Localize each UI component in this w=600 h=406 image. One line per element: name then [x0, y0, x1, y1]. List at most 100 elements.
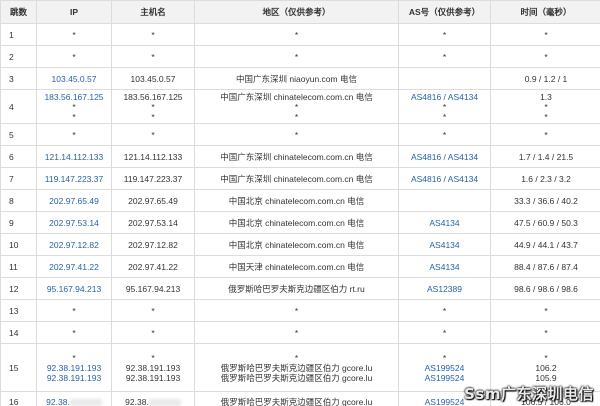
as-link[interactable]: AS4816 / AS4134 [411, 174, 478, 184]
hostname-cell-text: 202.97.41.22 [128, 261, 178, 272]
region-cell: 中国广东深圳 niaoyun.com 电信 [194, 67, 399, 90]
region-cell: 中国广东深圳 chinatelecom.com.cn 电信 * * [194, 89, 399, 124]
region-cell: * [194, 299, 399, 322]
as-link[interactable]: AS199524 [401, 363, 488, 373]
ip-cell: * [36, 123, 112, 146]
ip-cell-text: * [72, 352, 76, 363]
time-cell-text: 33.3 / 36.6 / 40.2 [514, 195, 578, 206]
redacted-mask [148, 399, 181, 406]
time-cell-text: 47.5 / 60.9 / 50.3 [514, 217, 578, 228]
as-cell [398, 189, 491, 212]
as-link[interactable]: AS12389 [427, 284, 462, 294]
ip-cell-text: * [72, 29, 76, 40]
ip-link[interactable]: 202.97.12.82 [49, 240, 99, 250]
hop-cell: 16 [0, 391, 37, 406]
as-link[interactable]: AS199524 [401, 373, 488, 383]
as-cell-text: * [442, 111, 447, 122]
ip-cell: * [36, 45, 112, 68]
region-cell: 中国北京 chinatelecom.com.cn 电信 [194, 233, 399, 256]
region-cell-text: * [294, 101, 299, 112]
region-cell-text: * [294, 29, 299, 40]
hostname-cell-text: 202.97.65.49 [128, 195, 178, 206]
region-cell-text: * [294, 129, 299, 140]
time-cell: 47.5 / 60.9 / 50.3 [490, 211, 600, 234]
hostname-cell-text: 103.45.0.57 [130, 73, 176, 84]
time-cell-text: 0.9 / 1.2 / 1 [524, 73, 568, 84]
hop-cell: 15 [0, 343, 37, 392]
hostname-cell: 183.56.167.125 * * [111, 89, 195, 124]
as-cell-text: * [442, 51, 447, 62]
as-link[interactable]: AS199524 [425, 397, 465, 406]
hostname-cell: 103.45.0.57 [111, 67, 195, 90]
hostname-cell-text: 92.38.191.193 [125, 372, 181, 383]
as-cell: AS12389 [398, 277, 491, 300]
ip-link[interactable]: 202.97.53.14 [49, 218, 99, 228]
time-cell-text: * [544, 352, 548, 363]
as-link[interactable]: AS4816 / AS4134 [411, 152, 478, 162]
ip-cell: 183.56.167.125 * * [36, 89, 112, 124]
ip-cell-text: * [72, 327, 76, 338]
time-cell-text: * [544, 305, 548, 316]
hop-cell: 1 [0, 23, 37, 46]
ip-cell: 202.97.12.82 [36, 233, 112, 256]
ip-link[interactable]: 92.38.191.193 [39, 363, 109, 373]
table-row: 9 202.97.53.14 202.97.53.14 中国北京 chinatelec… [0, 211, 600, 234]
time-cell-text: * [544, 29, 548, 40]
hostname-cell: 202.97.53.14 [111, 211, 195, 234]
region-cell-text: 中国北京 chinatelecom.com.cn 电信 [228, 195, 365, 206]
as-link[interactable]: AS4134 [429, 240, 459, 250]
ip-link[interactable]: 92.38. [46, 397, 70, 406]
table-row: 11 202.97.41.22 202.97.41.22 中国天津 chinatele… [0, 255, 600, 278]
hostname-cell-text: * [151, 29, 155, 40]
table-row: 13 * * * * * [0, 299, 600, 322]
region-cell: * [194, 23, 399, 46]
table-row: 4 183.56.167.125 * * 183.56.167.125 * * 中国广东深圳 … [0, 89, 600, 124]
hop-cell: 5 [0, 123, 37, 146]
header-hostname: 主机名 [111, 0, 195, 24]
ip-link[interactable]: 92.38.191.193 [39, 373, 109, 383]
region-cell-text: 中国广东深圳 niaoyun.com 电信 [236, 73, 357, 84]
as-cell: * [398, 23, 491, 46]
table-row: 8 202.97.65.49 202.97.65.49 中国北京 chinatelec… [0, 189, 600, 212]
hop-cell: 13 [0, 299, 37, 322]
ip-link[interactable]: 95.167.94.213 [47, 284, 101, 294]
hostname-cell-text: * [151, 129, 155, 140]
table-row: 3 103.45.0.57 103.45.0.57 中国广东深圳 niaoyun.co… [0, 67, 600, 90]
hostname-cell-text: 95.167.94.213 [125, 283, 181, 294]
ip-link[interactable]: 103.45.0.57 [52, 74, 97, 84]
hop-cell: 14 [0, 321, 37, 344]
traceroute-table: 跳数 IP 主机名 地区（仅供参考） AS号（仅供参考） 时间（毫秒） 1 * * *… [0, 0, 600, 406]
ip-link[interactable]: 121.14.112.133 [45, 152, 103, 162]
hostname-cell-text: 202.97.53.14 [128, 217, 178, 228]
hostname-cell: 95.167.94.213 [111, 277, 195, 300]
hostname-cell: 121.14.112.133 [111, 145, 195, 168]
as-link[interactable]: AS4134 [429, 218, 459, 228]
as-cell: AS4816 / AS4134 [398, 145, 491, 168]
region-cell: 中国广东深圳 chinatelecom.com.cn 电信 [194, 167, 399, 190]
time-cell-text: 44.9 / 44.1 / 43.7 [514, 239, 578, 250]
time-cell: 0.9 / 1.2 / 1 [490, 67, 600, 90]
as-cell: AS4134 [398, 233, 491, 256]
header-region: 地区（仅供参考） [194, 0, 399, 24]
ip-link[interactable]: 202.97.41.22 [49, 262, 99, 272]
hop-cell: 8 [0, 189, 37, 212]
region-cell: 俄罗斯哈巴罗夫斯克边疆区伯力 rt.ru [194, 277, 399, 300]
ip-link[interactable]: 183.56.167.125 [39, 92, 109, 102]
ip-link[interactable]: 119.147.223.37 [45, 174, 103, 184]
as-cell-text: * [442, 29, 447, 40]
ip-link[interactable]: 202.97.65.49 [49, 196, 99, 206]
time-cell: * [490, 321, 600, 344]
hostname-cell-text: 121.14.112.133 [123, 151, 183, 162]
region-cell-text: 中国广东深圳 chinatelecom.com.cn 电信 [220, 151, 373, 162]
header-time: 时间（毫秒） [490, 0, 600, 24]
as-cell-text: * [442, 305, 447, 316]
hop-cell: 3 [0, 67, 37, 90]
as-link[interactable]: AS4134 [429, 262, 459, 272]
time-cell-text: 1.6 / 2.3 / 3.2 [521, 173, 571, 184]
hostname-cell-text: * [151, 327, 155, 338]
ip-cell: 103.45.0.57 [36, 67, 112, 90]
as-link[interactable]: AS4816 / AS4134 [401, 92, 488, 102]
redacted-mask [69, 399, 102, 406]
ip-cell: 95.167.94.213 [36, 277, 112, 300]
hostname-cell: * [111, 299, 195, 322]
